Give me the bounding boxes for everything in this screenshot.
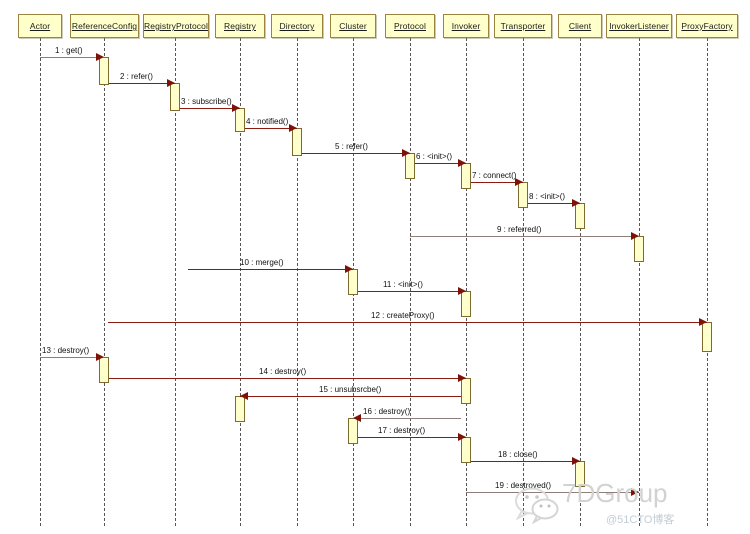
message-label-12: 12 : createProxy(): [371, 311, 435, 320]
message-line-12: [108, 322, 707, 323]
message-label-18: 18 : close(): [498, 450, 538, 459]
message-arrowhead-13: [96, 353, 104, 361]
message-arrowhead-10: [345, 265, 353, 273]
message-line-15: [240, 396, 461, 397]
message-arrowhead-19: [631, 488, 639, 496]
message-label-15: 15 : unsubsrcbe(): [319, 385, 382, 394]
participant-label: Directory: [279, 21, 315, 31]
message-label-13: 13 : destroy(): [42, 346, 90, 355]
message-line-1: [40, 57, 104, 58]
lifeline-reference-config: [104, 38, 105, 526]
wechat-icon: [510, 484, 566, 529]
message-label-19: 19 : destroyed(): [495, 481, 552, 490]
message-arrowhead-16: [353, 414, 361, 422]
activation-bar-proxy-factory: [702, 322, 712, 352]
message-arrowhead-9: [631, 232, 639, 240]
participant-label: Client: [568, 21, 592, 31]
message-arrowhead-15: [240, 392, 248, 400]
message-label-9: 9 : referred(): [497, 225, 542, 234]
activation-bar-directory: [292, 128, 302, 156]
message-arrowhead-17: [458, 433, 466, 441]
activation-bar-reference-config: [99, 57, 109, 85]
participant-protocol[interactable]: Protocol: [385, 14, 435, 38]
message-arrowhead-18: [572, 457, 580, 465]
participant-label: RegistryProtocol: [144, 21, 208, 31]
message-label-16: 16 : destroy(): [363, 407, 411, 416]
message-label-5: 5 : refer(): [335, 142, 368, 151]
message-line-17: [358, 437, 466, 438]
participant-label: ProxyFactory: [681, 21, 733, 31]
watermark-source: @51CTO博客: [606, 514, 675, 526]
message-arrowhead-12: [699, 318, 707, 326]
message-arrowhead-2: [167, 79, 175, 87]
message-label-3: 3 : subscribe(): [181, 97, 232, 106]
message-label-7: 7 : connect(): [472, 171, 517, 180]
message-label-14: 14 : destroy(): [259, 367, 307, 376]
message-arrowhead-8: [572, 199, 580, 207]
lifeline-invoker-listener: [639, 38, 640, 526]
participant-label: Invoker: [451, 21, 481, 31]
participant-registry-protocol[interactable]: RegistryProtocol: [143, 14, 209, 38]
activation-bar-registry-protocol: [170, 83, 180, 111]
participant-directory[interactable]: Directory: [271, 14, 323, 38]
sequence-diagram-canvas: Actor ReferenceConfig RegistryProtocol Regi…: [0, 0, 750, 534]
participant-invoker-listener[interactable]: InvokerListener: [606, 14, 672, 38]
participant-label: ReferenceConfig: [71, 21, 138, 31]
message-arrowhead-5: [402, 149, 410, 157]
message-arrowhead-14: [458, 374, 466, 382]
lifeline-actor: [40, 38, 41, 526]
message-arrowhead-3: [232, 104, 240, 112]
participant-reference-config[interactable]: ReferenceConfig: [70, 14, 139, 38]
message-line-3: [180, 108, 240, 109]
message-label-6: 6 : <init>(): [416, 152, 453, 161]
participant-cluster[interactable]: Cluster: [330, 14, 376, 38]
message-label-1: 1 : get(): [55, 46, 83, 55]
lifeline-directory: [297, 38, 298, 526]
participant-actor[interactable]: Actor: [18, 14, 62, 38]
message-label-17: 17 : destroy(): [378, 426, 426, 435]
message-arrowhead-11: [458, 287, 466, 295]
message-line-18: [471, 461, 580, 462]
message-line-14: [109, 378, 466, 379]
lifeline-client: [580, 38, 581, 526]
participant-invoker[interactable]: Invoker: [443, 14, 489, 38]
message-line-5: [302, 153, 410, 154]
participant-label: Cluster: [339, 21, 367, 31]
lifeline-registry-protocol: [175, 38, 176, 526]
message-line-10: [188, 269, 353, 270]
participant-label: Actor: [29, 21, 51, 31]
message-line-19: [466, 492, 639, 493]
participant-label: InvokerListener: [609, 21, 669, 31]
participant-transporter[interactable]: Transporter: [494, 14, 552, 38]
message-line-13: [40, 357, 104, 358]
participant-label: Transporter: [500, 21, 546, 31]
participant-label: Registry: [224, 21, 256, 31]
message-arrowhead-1: [96, 53, 104, 61]
message-line-16: [353, 418, 461, 419]
message-label-11: 11 : <init>(): [383, 280, 423, 289]
participant-registry[interactable]: Registry: [215, 14, 265, 38]
message-line-2: [109, 83, 175, 84]
message-line-11: [358, 291, 466, 292]
message-label-10: 10 : merge(): [240, 258, 284, 267]
participant-client[interactable]: Client: [558, 14, 602, 38]
message-arrowhead-4: [289, 124, 297, 132]
participant-proxy-factory[interactable]: ProxyFactory: [676, 14, 738, 38]
message-label-4: 4 : notified(): [246, 117, 289, 126]
message-line-9: [410, 236, 639, 237]
message-label-8: 8 : <init>(): [529, 192, 566, 201]
participant-label: Protocol: [394, 21, 426, 31]
message-label-2: 2 : refer(): [120, 72, 153, 81]
lifeline-proxy-factory: [707, 38, 708, 526]
message-arrowhead-6: [458, 159, 466, 167]
